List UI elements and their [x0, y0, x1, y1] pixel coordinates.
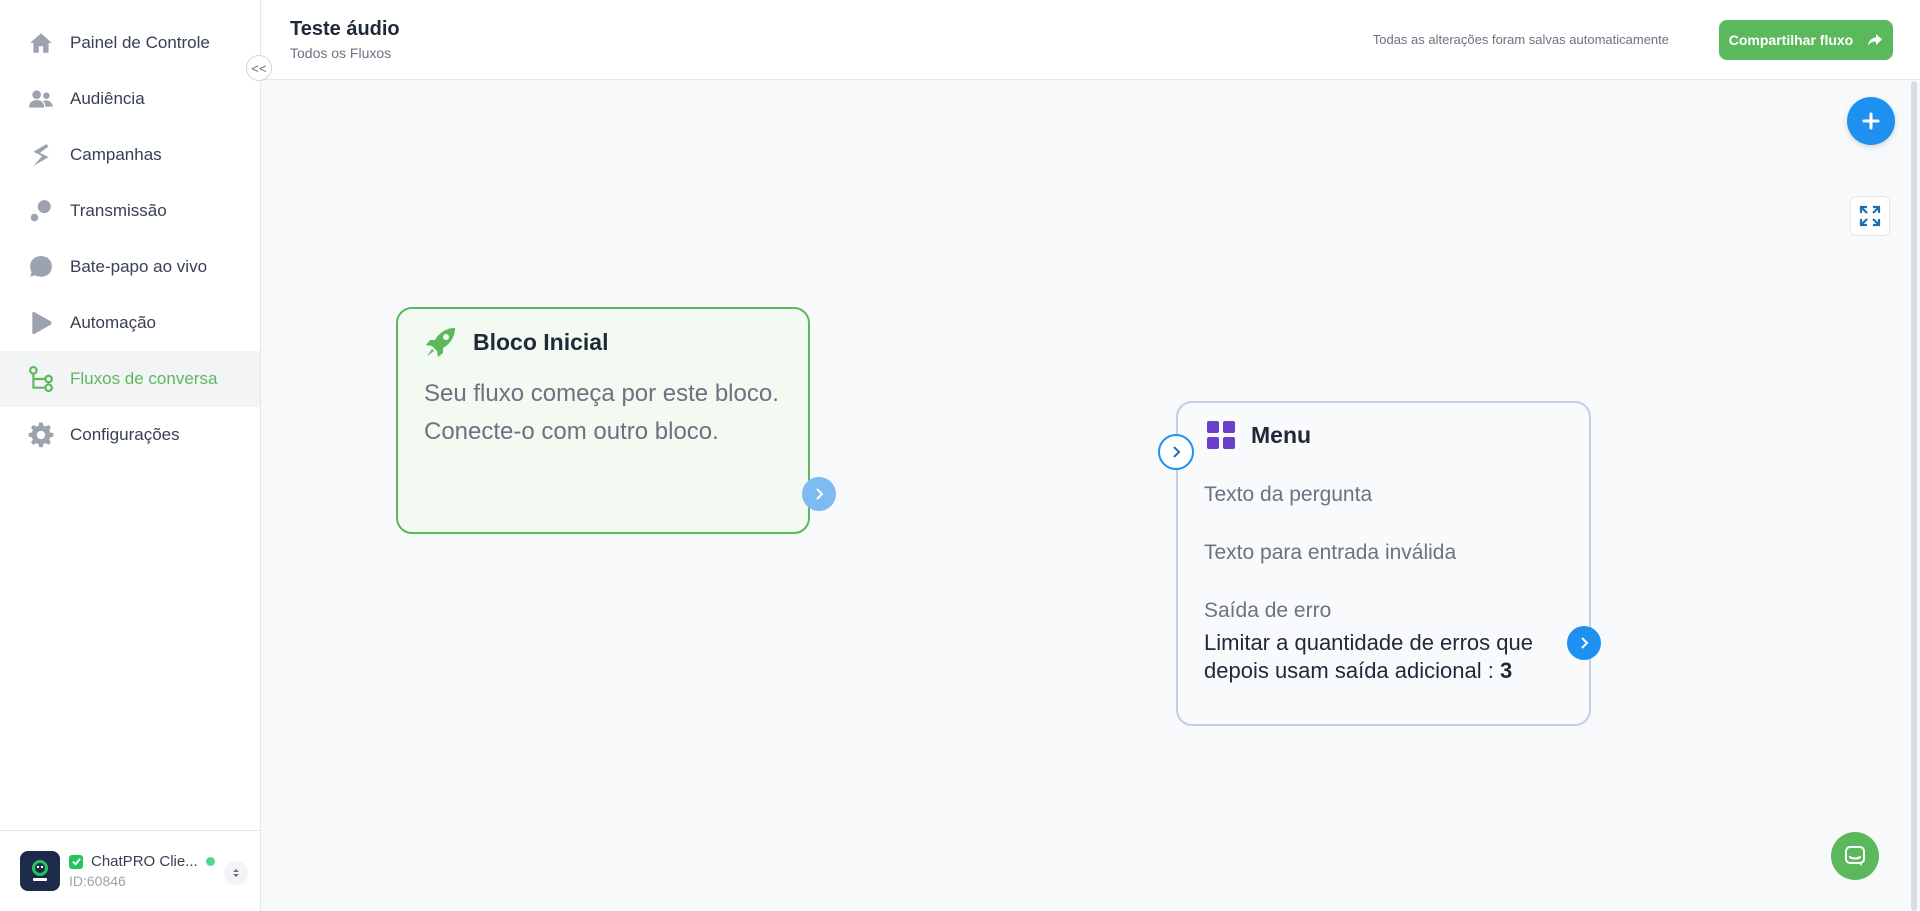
- sidebar-nav: Painel de Controle Audiência Campanhas T…: [0, 15, 260, 463]
- flow-canvas[interactable]: Bloco Inicial Seu fluxo começa por este …: [261, 81, 1920, 911]
- chevron-right-icon: [1173, 446, 1181, 458]
- sidebar-item-audience[interactable]: Audiência: [0, 71, 260, 127]
- share-flow-label: Compartilhar fluxo: [1728, 32, 1854, 48]
- save-status: Todas as alterações foram salvas automat…: [1372, 32, 1669, 47]
- add-block-button[interactable]: [1847, 97, 1895, 145]
- canvas-scrollbar[interactable]: [1911, 81, 1917, 911]
- sidebar-item-campaigns[interactable]: Campanhas: [0, 127, 260, 183]
- sidebar-item-label: Bate-papo ao vivo: [70, 257, 208, 276]
- sidebar-item-live-chat[interactable]: Bate-papo ao vivo: [0, 239, 260, 295]
- fullscreen-button[interactable]: [1850, 196, 1890, 236]
- rocket-icon: [426, 328, 455, 357]
- account-info: ChatPRO Clie... ID:60846: [69, 853, 219, 889]
- sidebar: Painel de Controle Audiência Campanhas T…: [0, 0, 261, 911]
- plus-icon: [1862, 112, 1880, 130]
- start-block-description: Seu fluxo começa por este bloco. Conecte…: [424, 380, 779, 445]
- online-status-icon: [205, 857, 215, 866]
- switch-account-icon[interactable]: [224, 861, 248, 885]
- sidebar-item-automation[interactable]: Automação: [0, 295, 260, 351]
- avatar: [20, 851, 60, 891]
- menu-error-output-connector[interactable]: [1567, 626, 1601, 660]
- account-id: ID:60846: [69, 873, 126, 889]
- flow-header: Teste áudio Todos os Fluxos Todas as alt…: [261, 0, 1920, 80]
- menu-block[interactable]: Menu Texto da pergunta Texto para entrad…: [1176, 401, 1591, 726]
- support-chat-button[interactable]: [1831, 832, 1879, 880]
- sidebar-item-label: Painel de Controle: [70, 33, 210, 52]
- broadcast-icon: [28, 198, 54, 224]
- start-block-title: Bloco Inicial: [473, 328, 609, 355]
- sidebar-item-label: Automação: [70, 313, 156, 332]
- chat-bubble-icon: [28, 254, 54, 280]
- start-block-header: Bloco Inicial: [424, 325, 608, 359]
- menu-error-limit-text: Limitar a quantidade de erros que depois…: [1204, 630, 1533, 683]
- page-title[interactable]: Teste áudio: [290, 18, 400, 41]
- share-flow-button[interactable]: Compartilhar fluxo: [1719, 20, 1893, 60]
- menu-block-title: Menu: [1251, 421, 1312, 448]
- whatsapp-check-icon: [69, 854, 83, 869]
- menu-block-header: Menu: [1206, 420, 1311, 450]
- campaign-icon: [28, 142, 54, 168]
- collapse-sidebar-button[interactable]: <<: [246, 55, 272, 81]
- account-name: ChatPRO Clie...: [91, 853, 198, 870]
- chat-icon: [1845, 846, 1865, 866]
- account-name-row: ChatPRO Clie...: [69, 853, 219, 870]
- menu-error-output: Saída de erro: [1204, 599, 1332, 622]
- chevron-right-icon: [816, 488, 824, 500]
- sidebar-item-dashboard[interactable]: Painel de Controle: [0, 15, 260, 71]
- menu-question-text[interactable]: Texto da pergunta: [1204, 483, 1372, 507]
- sidebar-item-label: Transmissão: [70, 201, 167, 220]
- chevron-right-icon: [1581, 637, 1589, 649]
- sidebar-item-settings[interactable]: Configurações: [0, 407, 260, 463]
- breadcrumb[interactable]: Todos os Fluxos: [290, 45, 391, 61]
- sidebar-item-broadcast[interactable]: Transmissão: [0, 183, 260, 239]
- sidebar-item-label: Campanhas: [70, 145, 162, 164]
- account-switcher[interactable]: ChatPRO Clie... ID:60846: [0, 830, 260, 911]
- menu-error-limit-value: 3: [1499, 658, 1513, 683]
- flow-icon: [28, 366, 54, 392]
- sidebar-item-label: Configurações: [70, 425, 180, 444]
- start-block[interactable]: Bloco Inicial Seu fluxo começa por este …: [396, 307, 810, 534]
- sidebar-item-conversation-flows[interactable]: Fluxos de conversa: [0, 351, 260, 407]
- share-arrow-icon: [1868, 34, 1883, 46]
- start-block-output-connector[interactable]: [802, 477, 836, 511]
- expand-icon: [1859, 205, 1881, 227]
- menu-error-limit: Limitar a quantidade de erros que depois…: [1204, 629, 1574, 685]
- gear-icon: [28, 422, 54, 448]
- automation-icon: [28, 310, 54, 336]
- users-icon: [28, 86, 54, 112]
- grid-icon: [1207, 421, 1235, 449]
- sidebar-item-label: Audiência: [70, 89, 145, 108]
- menu-invalid-input-text[interactable]: Texto para entrada inválida: [1204, 541, 1456, 565]
- home-icon: [28, 30, 54, 56]
- sidebar-item-label: Fluxos de conversa: [70, 369, 218, 388]
- menu-block-input-connector[interactable]: [1158, 434, 1194, 470]
